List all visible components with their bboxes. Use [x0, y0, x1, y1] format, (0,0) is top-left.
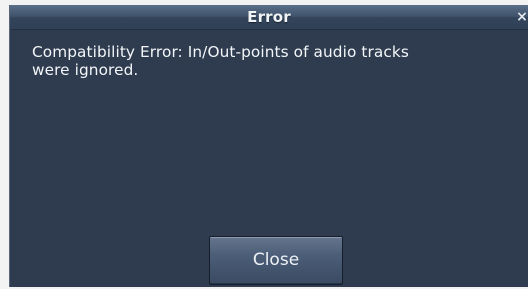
close-button[interactable]: Close — [209, 236, 343, 285]
error-dialog: Error × Compatibility Error: In/Out-poin… — [9, 5, 528, 287]
error-message-line-2: were ignored. — [32, 61, 139, 79]
error-message-line-1: Compatibility Error: In/Out-points of au… — [32, 43, 409, 61]
error-message: Compatibility Error: In/Out-points of au… — [32, 43, 512, 79]
dialog-title: Error — [247, 8, 291, 26]
close-icon[interactable]: × — [515, 8, 528, 26]
dialog-titlebar[interactable]: Error × — [10, 5, 528, 30]
